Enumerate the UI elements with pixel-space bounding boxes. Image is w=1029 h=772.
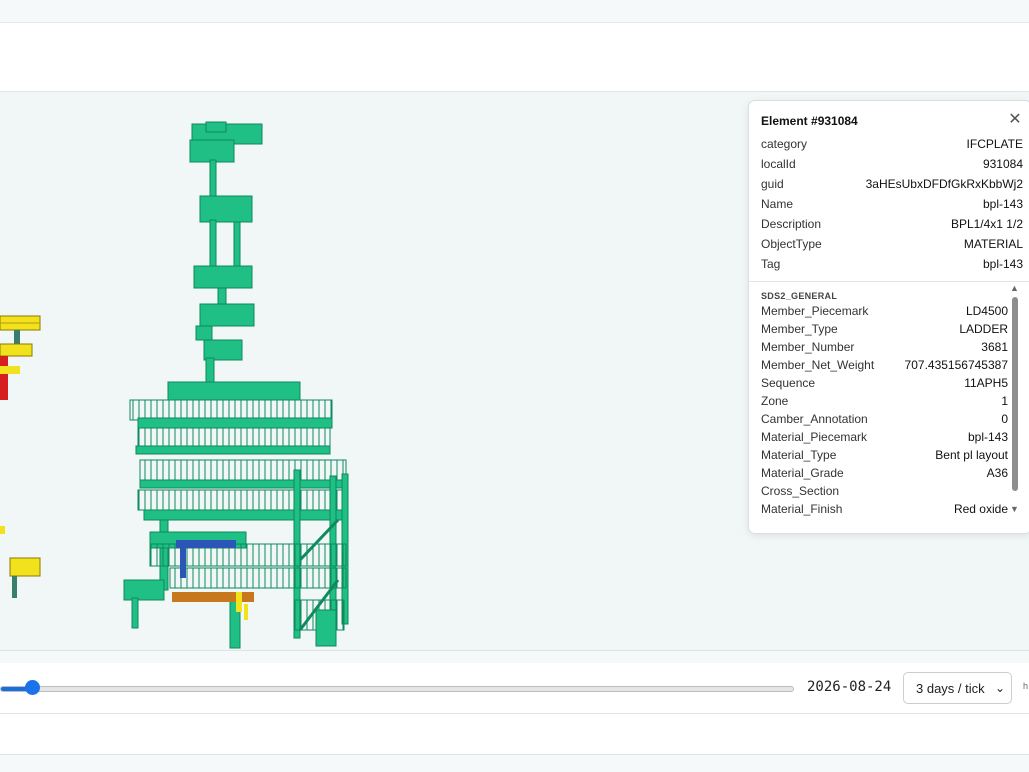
secondary-model[interactable] (0, 315, 41, 598)
timeline-slider-thumb[interactable] (25, 680, 40, 695)
attribute-row: ObjectType MATERIAL (761, 235, 1023, 253)
attribute-key: Tag (761, 257, 781, 271)
property-key: Material_Grade (761, 466, 844, 480)
attribute-key: Name (761, 197, 794, 211)
property-key: Sequence (761, 376, 816, 390)
property-value: 11APH5 (964, 376, 1008, 390)
property-value: 3681 (981, 340, 1008, 354)
property-set-title: SDS2_GENERAL (761, 291, 838, 301)
property-value: 707.435156745387 (904, 358, 1008, 372)
property-key: Member_Type (761, 322, 838, 336)
property-row: Material_Piecemark bpl-143 (761, 428, 1008, 446)
property-key: Member_Piecemark (761, 304, 869, 318)
attribute-value: MATERIAL (963, 237, 1023, 251)
primary-model[interactable] (123, 121, 349, 649)
scroll-down-icon[interactable]: ▼ (1010, 504, 1019, 514)
speed-select-value: 3 days / tick (916, 681, 985, 696)
attribute-key: ObjectType (761, 237, 822, 251)
attribute-key: guid (761, 177, 784, 191)
header-bar (0, 23, 1029, 92)
property-row: Zone 1 (761, 392, 1008, 410)
property-value: A36 (986, 466, 1008, 480)
property-value: 1 (1001, 394, 1008, 408)
attribute-key: category (761, 137, 808, 151)
property-key: Member_Net_Weight (761, 358, 875, 372)
property-key: Cross_Section (761, 484, 840, 498)
attribute-row: guid 3aHEsUbxDFDfGkRxKbbWj2 (761, 175, 1023, 193)
top-strip (0, 0, 1029, 23)
attribute-value: bpl-143 (982, 257, 1023, 271)
attribute-row: Description BPL1/4x1 1/2 (761, 215, 1023, 233)
property-row: Cross_Section (761, 482, 1008, 500)
attribute-key: Description (761, 217, 822, 231)
property-value: Bent pl layout (935, 448, 1008, 462)
attribute-row: localId 931084 (761, 155, 1023, 173)
property-row: Material_Type Bent pl layout (761, 446, 1008, 464)
panel-title: Element #931084 (761, 114, 858, 128)
property-row: Member_Net_Weight 707.435156745387 (761, 356, 1008, 374)
property-key: Material_Piecemark (761, 430, 868, 444)
property-value: LADDER (959, 322, 1008, 336)
attribute-value: bpl-143 (982, 197, 1023, 211)
attribute-value: BPL1/4x1 1/2 (950, 217, 1023, 231)
element-properties-panel: Element #931084 ✕ category IFCPLATE loca… (748, 100, 1029, 534)
property-key: Material_Type (761, 448, 837, 462)
timeline-slider-track[interactable] (0, 686, 794, 692)
bottom-bar (0, 714, 1029, 755)
attribute-value: 931084 (982, 157, 1023, 171)
scroll-up-icon[interactable]: ▲ (1010, 283, 1019, 293)
property-row: Sequence 11APH5 (761, 374, 1008, 392)
attribute-row: Tag bpl-143 (761, 255, 1023, 273)
viewport-divider (0, 650, 1029, 663)
truncated-label: h (1023, 681, 1029, 691)
property-row: Material_Grade A36 (761, 464, 1008, 482)
attribute-key: localId (761, 157, 796, 171)
property-row: Member_Piecemark LD4500 (761, 302, 1008, 320)
property-row: Member_Type LADDER (761, 320, 1008, 338)
property-value: Red oxide (953, 502, 1008, 516)
close-icon[interactable]: ✕ (1006, 111, 1024, 129)
timeline-bar: 2026-08-24 3 days / tick ⌄ h (0, 663, 1029, 714)
property-value: LD4500 (965, 304, 1008, 318)
property-key: Material_Finish (761, 502, 843, 516)
property-row: Material_Finish Red oxide (761, 500, 1008, 518)
attribute-row: category IFCPLATE (761, 135, 1023, 153)
property-key: Zone (761, 394, 789, 408)
property-value: bpl-143 (967, 430, 1008, 444)
property-key: Member_Number (761, 340, 855, 354)
attribute-row: Name bpl-143 (761, 195, 1023, 213)
bottom-strip (0, 755, 1029, 772)
attribute-value: 3aHEsUbxDFDfGkRxKbbWj2 (865, 177, 1023, 191)
property-key: Camber_Annotation (761, 412, 868, 426)
attribute-value: IFCPLATE (966, 137, 1023, 151)
speed-select[interactable]: 3 days / tick ⌄ (903, 672, 1012, 704)
property-value: 0 (1001, 412, 1008, 426)
property-row: Camber_Annotation 0 (761, 410, 1008, 428)
chevron-down-icon: ⌄ (994, 681, 1005, 695)
property-row: Member_Number 3681 (761, 338, 1008, 356)
panel-divider (749, 281, 1029, 282)
playback-date: 2026-08-24 (807, 679, 892, 695)
panel-scrollbar[interactable] (1012, 297, 1018, 491)
